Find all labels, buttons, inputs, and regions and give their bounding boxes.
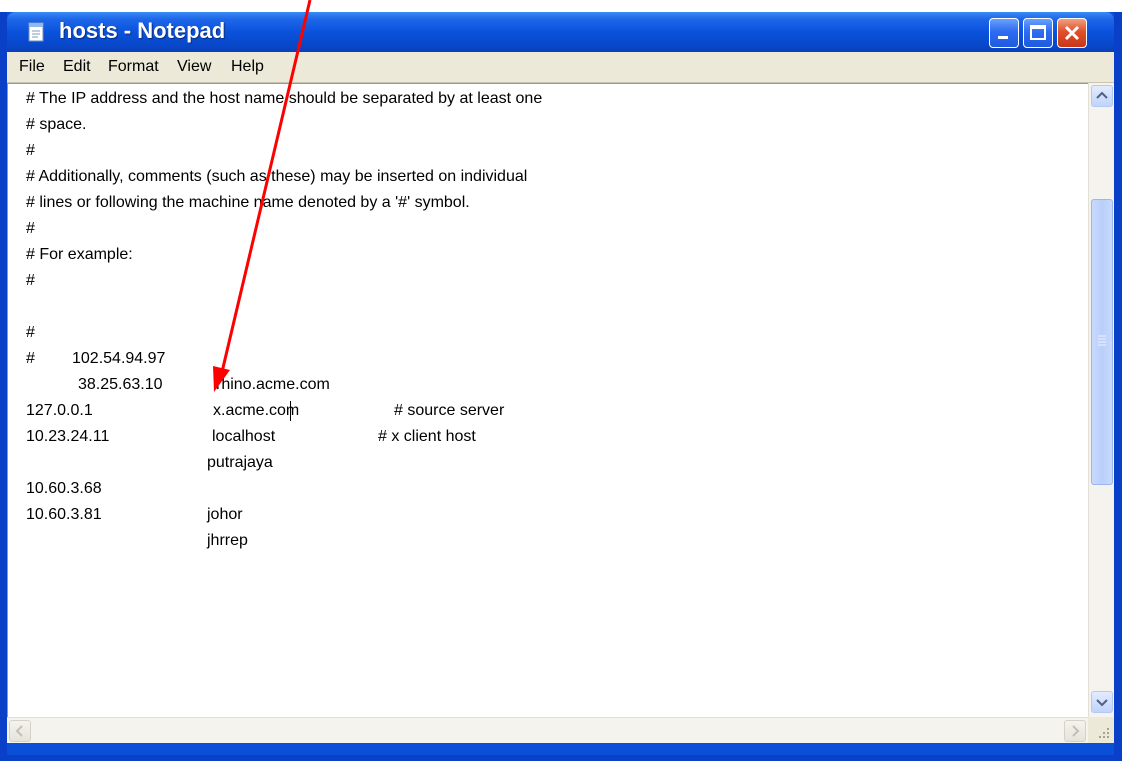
menu-format[interactable]: Format — [108, 58, 159, 76]
resize-grip-icon — [1099, 728, 1109, 738]
vertical-scrollbar[interactable] — [1088, 83, 1114, 717]
scroll-down-button[interactable] — [1091, 691, 1113, 713]
text-line: # — [26, 272, 35, 289]
menu-view[interactable]: View — [177, 58, 211, 76]
chevron-up-icon — [1096, 91, 1108, 99]
chevron-left-icon — [15, 725, 23, 737]
text-line: # — [26, 142, 35, 159]
scroll-right-button[interactable] — [1064, 720, 1086, 742]
resize-grip[interactable] — [1088, 717, 1114, 743]
menu-bar: File Edit Format View Help — [7, 52, 1114, 83]
hosts-entry: 127.0.0.1 localhost — [26, 372, 426, 445]
close-button[interactable] — [1057, 18, 1087, 48]
text-line: # lines or following the machine name de… — [26, 194, 470, 211]
hosts-entry: 10.23.24.11 putrajaya — [26, 398, 426, 471]
text-line: # For example: — [26, 246, 133, 263]
entry-ip: 10.60.3.81 — [26, 506, 102, 523]
text-editor[interactable]: # The IP address and the host name shoul… — [7, 83, 1088, 717]
entry-ip: 10.23.24.11 — [26, 428, 110, 445]
example-comment: # x client host — [378, 428, 476, 445]
chevron-right-icon — [1072, 725, 1080, 737]
text-caret — [290, 401, 291, 421]
text-line: # space. — [26, 116, 87, 133]
entry-host: johor — [207, 506, 243, 523]
example-line: # 38.25.63.10 x.acme.com # x client host — [26, 320, 626, 445]
hosts-entry: 10.60.3.81 jhrrep — [26, 476, 426, 549]
window-title: hosts - Notepad — [59, 18, 226, 43]
menu-file[interactable]: File — [19, 58, 45, 76]
example-hash: # — [26, 350, 35, 367]
notepad-icon[interactable] — [27, 22, 47, 42]
horizontal-scrollbar[interactable] — [7, 717, 1088, 743]
title-bar[interactable]: hosts - Notepad — [7, 12, 1114, 52]
maximize-icon — [1030, 25, 1046, 40]
scroll-up-button[interactable] — [1091, 85, 1113, 107]
scroll-left-button[interactable] — [9, 720, 31, 742]
minimize-button[interactable] — [989, 18, 1019, 48]
close-icon — [1064, 25, 1080, 41]
example-ip: 102.54.94.97 — [72, 350, 166, 367]
notepad-window: hosts - Notepad File Edit Format View He… — [0, 12, 1122, 761]
scroll-thumb[interactable] — [1091, 199, 1113, 485]
menu-edit[interactable]: Edit — [63, 58, 91, 76]
text-line: # Additionally, comments (such as these)… — [26, 168, 528, 185]
entry-host: localhost — [212, 428, 276, 445]
hosts-entry: 10.60.3.68 johor — [26, 450, 426, 523]
example-line: # 102.54.94.97 rhino.acme.com # source s… — [26, 294, 626, 419]
text-line: # The IP address and the host name shoul… — [26, 90, 543, 107]
grip-icon — [1098, 335, 1106, 346]
text-line: # — [26, 220, 35, 237]
minimize-icon — [998, 36, 1008, 39]
chevron-down-icon — [1096, 699, 1108, 707]
maximize-button[interactable] — [1023, 18, 1053, 48]
entry-host: jhrrep — [207, 532, 248, 549]
menu-help[interactable]: Help — [231, 58, 264, 76]
